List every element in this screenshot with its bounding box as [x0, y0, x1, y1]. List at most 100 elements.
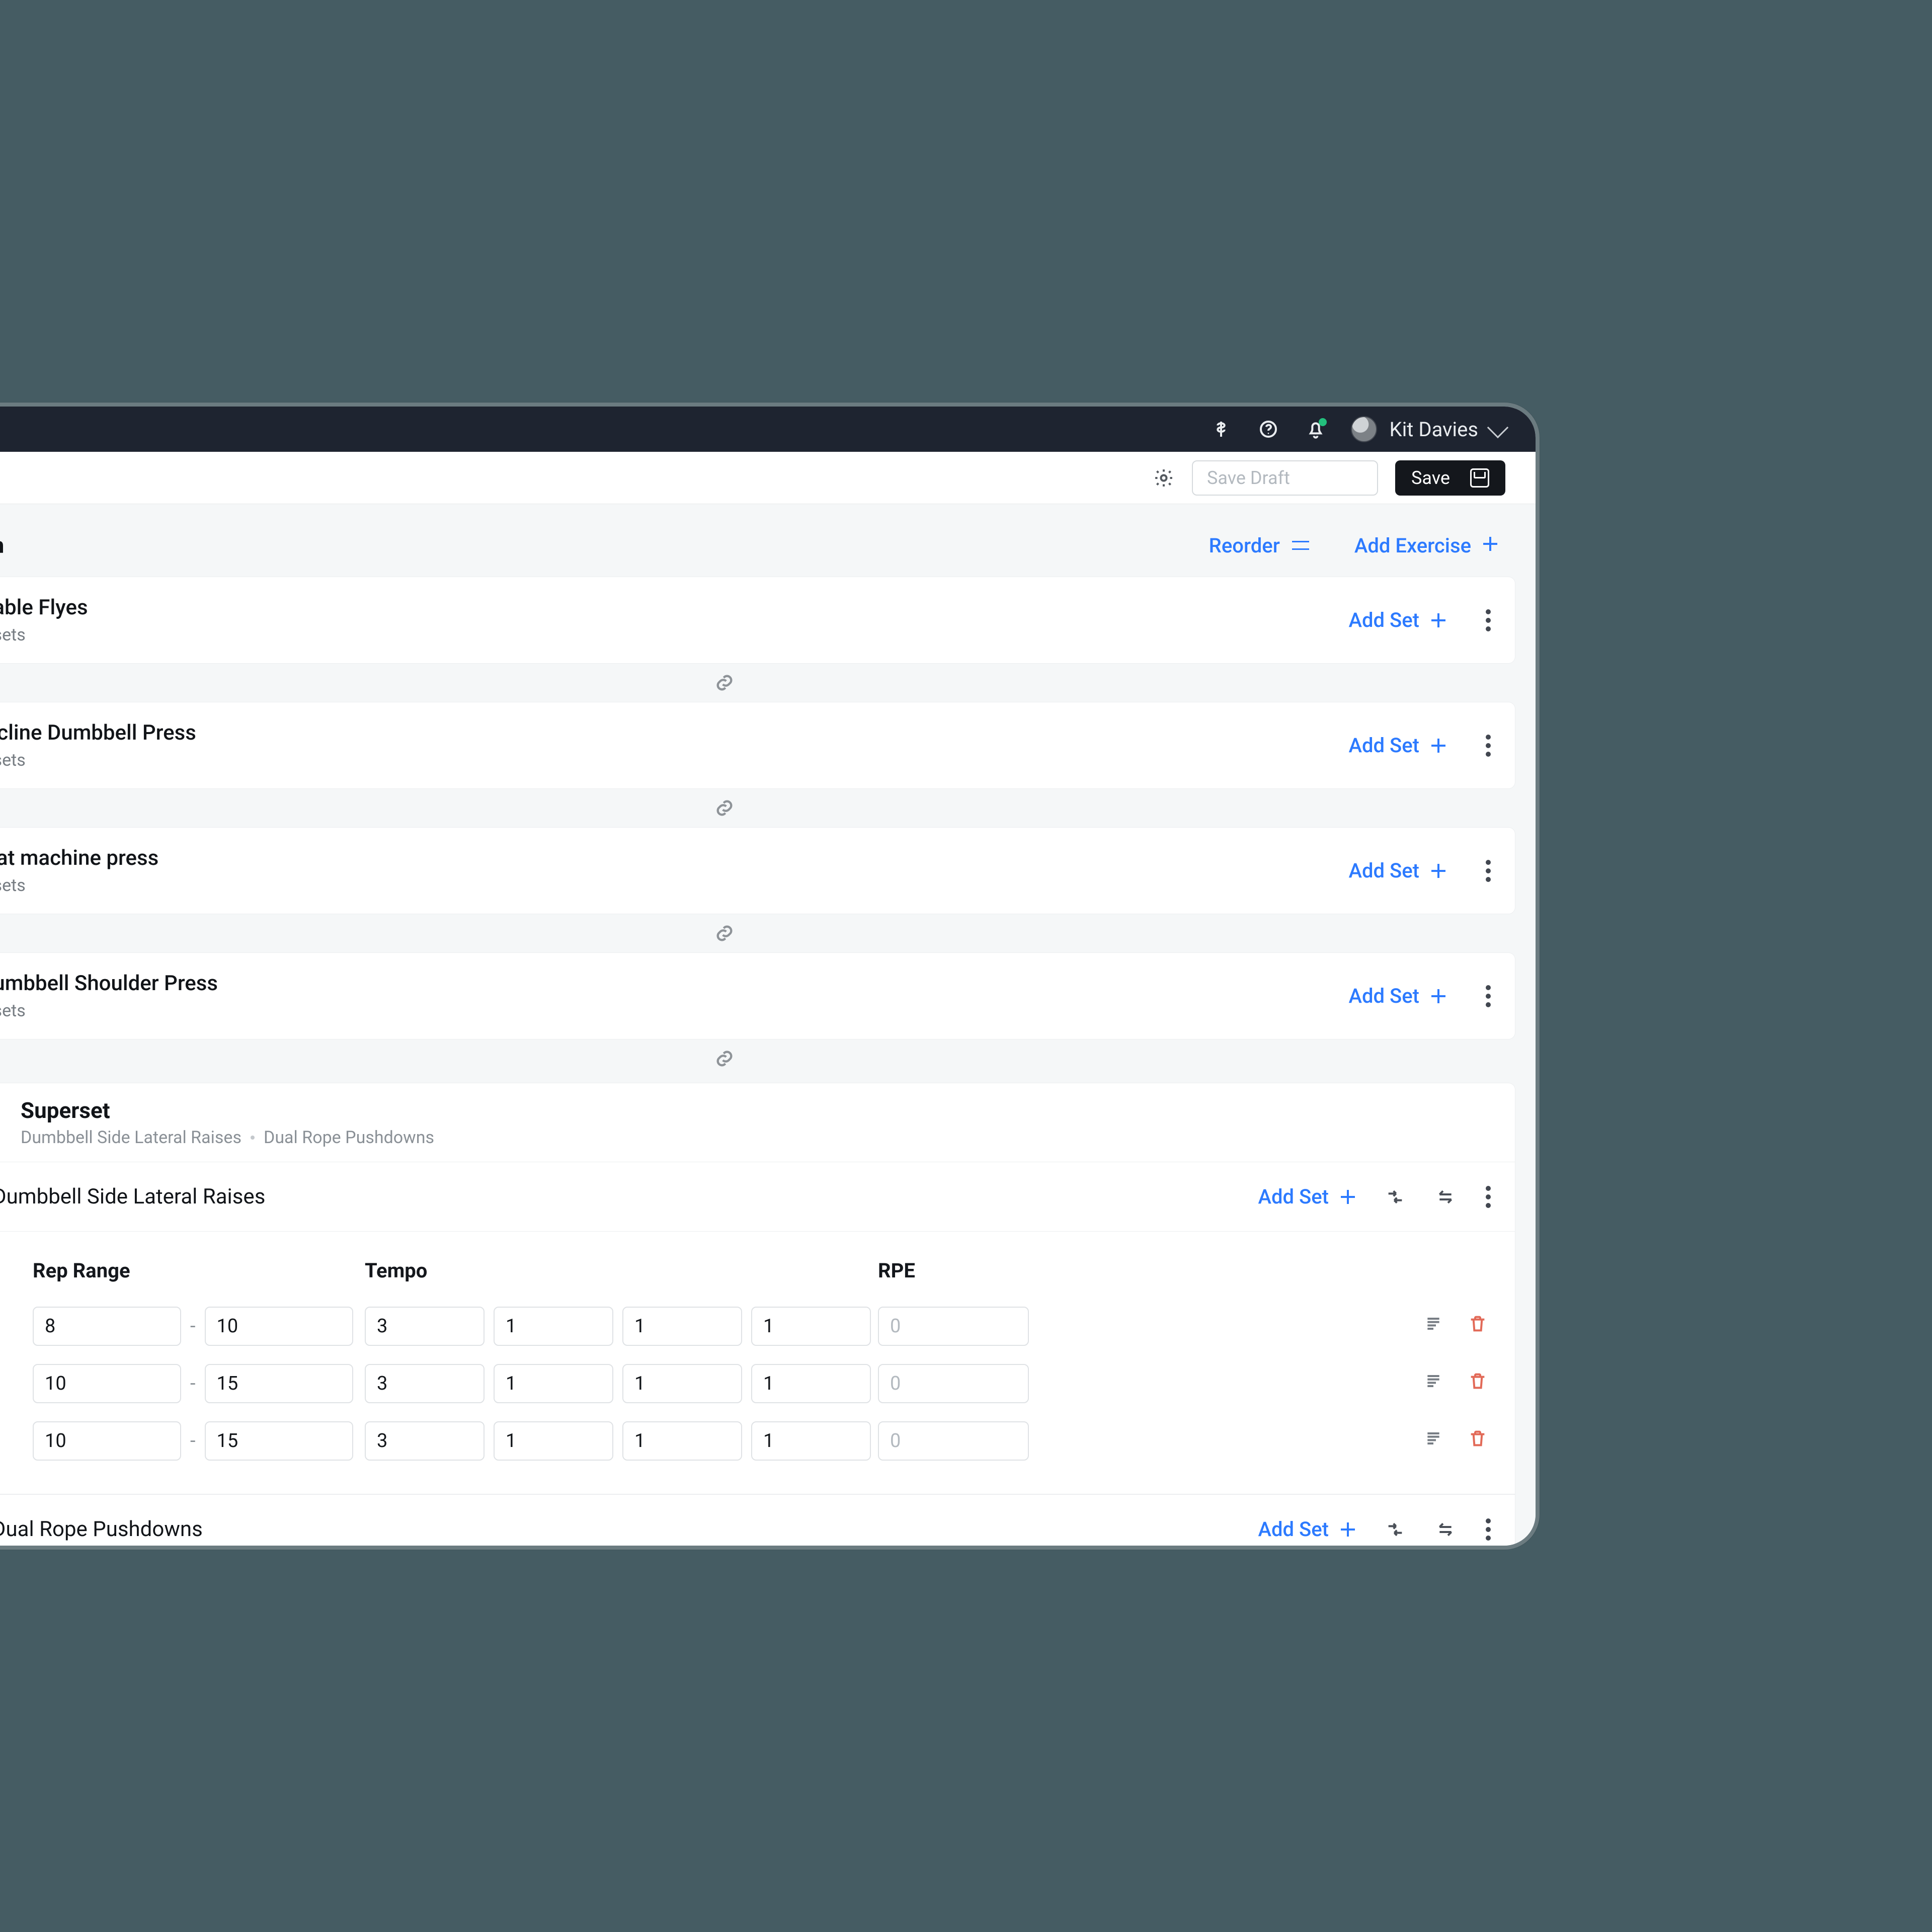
link-icon: [714, 673, 735, 693]
save-draft-placeholder: Save Draft: [1207, 467, 1290, 489]
superset-header[interactable]: Superset Dumbbell Side Lateral Raises Du…: [0, 1083, 1515, 1162]
plus-icon: [1431, 739, 1445, 753]
help-icon[interactable]: [1256, 417, 1280, 441]
reorder-sets-icon[interactable]: [1435, 1519, 1456, 1540]
tempo-2-input[interactable]: 1: [494, 1364, 613, 1403]
swap-exercise-icon[interactable]: [1385, 1187, 1405, 1207]
add-set-button[interactable]: Add Set: [1258, 1185, 1355, 1209]
tempo-2-input[interactable]: 1: [494, 1421, 613, 1461]
row-overflow-menu[interactable]: [1486, 735, 1492, 757]
link-icon: [714, 1049, 735, 1069]
exercise-sets-count: 2 sets: [0, 625, 88, 645]
save-bar: Save Draft Save: [0, 452, 1536, 504]
notes-icon[interactable]: [1423, 1314, 1443, 1339]
user-menu[interactable]: Kit Davies: [1351, 416, 1505, 442]
delete-icon[interactable]: [1468, 1371, 1488, 1396]
reorder-sets-icon[interactable]: [1435, 1187, 1456, 1207]
save-button-label: Save: [1411, 467, 1450, 489]
add-set-button[interactable]: Add Set: [1258, 1517, 1355, 1541]
link-exercises-button[interactable]: [0, 1039, 1515, 1078]
set-row: 1A 8 - 10 3 1 1 1 0: [0, 1298, 1492, 1355]
set-label: 3A: [0, 1430, 33, 1452]
set-row: 2A 10 - 15 3 1 1 1 0: [0, 1355, 1492, 1412]
notes-icon[interactable]: [1423, 1371, 1443, 1396]
set-row: 3A 10 - 15 3 1 1 1 0: [0, 1412, 1492, 1470]
plus-icon: [1483, 537, 1500, 554]
save-icon: [1470, 468, 1489, 488]
notifications-icon[interactable]: [1304, 417, 1328, 441]
section-header: Push Reorder Add Exercise: [0, 504, 1536, 577]
plus-icon: [1431, 989, 1445, 1003]
billing-icon[interactable]: [1209, 417, 1233, 441]
link-exercises-button[interactable]: [0, 789, 1515, 827]
rep-high-input[interactable]: 15: [205, 1421, 353, 1461]
exercise-detail-header: A Dumbbell Side Lateral Raises Add Set: [0, 1162, 1515, 1232]
detail-name: Dumbbell Side Lateral Raises: [0, 1184, 265, 1209]
add-set-button[interactable]: Add Set: [1348, 859, 1445, 882]
save-draft-input[interactable]: Save Draft: [1192, 460, 1378, 496]
add-exercise-button[interactable]: Add Exercise: [1354, 534, 1500, 557]
tempo-4-input[interactable]: 1: [751, 1421, 871, 1461]
tempo-3-input[interactable]: 1: [622, 1364, 742, 1403]
superset-subtitle: Dumbbell Side Lateral Raises Dual Rope P…: [21, 1128, 434, 1148]
link-icon: [714, 923, 735, 943]
link-exercises-button[interactable]: [0, 664, 1515, 702]
row-overflow-menu[interactable]: [1486, 1186, 1492, 1208]
exercise-sets-count: 2 sets: [0, 875, 158, 896]
exercise-list: Cable Flyes 2 sets Add Set Incline Dumbb…: [0, 577, 1536, 1550]
notes-icon[interactable]: [1423, 1428, 1443, 1454]
rep-high-input[interactable]: 10: [205, 1307, 353, 1346]
add-set-button[interactable]: Add Set: [1348, 734, 1445, 757]
tempo-3-input[interactable]: 1: [622, 1307, 742, 1346]
rpe-input[interactable]: 0: [878, 1307, 1029, 1346]
plus-icon: [1431, 613, 1445, 627]
exercise-sets-count: 3 sets: [0, 1001, 218, 1021]
section-title: Push: [0, 532, 4, 558]
add-set-button[interactable]: Add Set: [1348, 984, 1445, 1008]
exercise-name: Flat machine press: [0, 846, 158, 870]
chevron-down-icon: [1487, 417, 1508, 438]
reorder-label: Reorder: [1209, 534, 1280, 557]
link-exercises-button[interactable]: [0, 914, 1515, 952]
exercise-row[interactable]: Flat machine press 2 sets Add Set: [0, 827, 1515, 914]
exercise-row[interactable]: Incline Dumbbell Press 3 sets Add Set: [0, 702, 1515, 789]
reorder-button[interactable]: Reorder: [1209, 534, 1309, 557]
tempo-2-input[interactable]: 1: [494, 1307, 613, 1346]
rep-high-input[interactable]: 15: [205, 1364, 353, 1403]
superset-title: Superset: [21, 1097, 434, 1123]
link-icon: [714, 798, 735, 818]
rep-low-input[interactable]: 8: [33, 1307, 181, 1346]
save-button[interactable]: Save: [1395, 460, 1505, 496]
exercise-sets-count: 3 sets: [0, 750, 196, 770]
tempo-4-input[interactable]: 1: [751, 1307, 871, 1346]
range-dash: -: [190, 1430, 196, 1452]
tempo-4-input[interactable]: 1: [751, 1364, 871, 1403]
col-rpe: RPE: [878, 1259, 1039, 1282]
rpe-input[interactable]: 0: [878, 1364, 1029, 1403]
tempo-1-input[interactable]: 3: [365, 1364, 485, 1403]
swap-exercise-icon[interactable]: [1385, 1519, 1405, 1540]
settings-icon[interactable]: [1153, 467, 1175, 489]
separator-dot-icon: [251, 1136, 255, 1140]
tempo-3-input[interactable]: 1: [622, 1421, 742, 1461]
row-overflow-menu[interactable]: [1486, 985, 1492, 1007]
app-window: Kit Davies Save Draft Save Push Reorder: [0, 403, 1540, 1550]
tempo-1-input[interactable]: 3: [365, 1421, 485, 1461]
tempo-1-input[interactable]: 3: [365, 1307, 485, 1346]
user-name: Kit Davies: [1389, 418, 1478, 441]
exercise-row[interactable]: Dumbbell Shoulder Press 3 sets Add Set: [0, 952, 1515, 1039]
rep-low-input[interactable]: 10: [33, 1364, 181, 1403]
exercise-row[interactable]: Cable Flyes 2 sets Add Set: [0, 577, 1515, 664]
exercise-name: Dumbbell Shoulder Press: [0, 971, 218, 996]
reorder-icon: [1292, 537, 1309, 554]
row-overflow-menu[interactable]: [1486, 609, 1492, 631]
row-overflow-menu[interactable]: [1486, 860, 1492, 882]
row-overflow-menu[interactable]: [1486, 1518, 1492, 1541]
delete-icon[interactable]: [1468, 1428, 1488, 1454]
add-set-button[interactable]: Add Set: [1348, 608, 1445, 632]
col-set: Set: [0, 1259, 33, 1282]
rep-low-input[interactable]: 10: [33, 1421, 181, 1461]
col-rep-range: Rep Range: [33, 1259, 365, 1282]
delete-icon[interactable]: [1468, 1314, 1488, 1339]
rpe-input[interactable]: 0: [878, 1421, 1029, 1461]
